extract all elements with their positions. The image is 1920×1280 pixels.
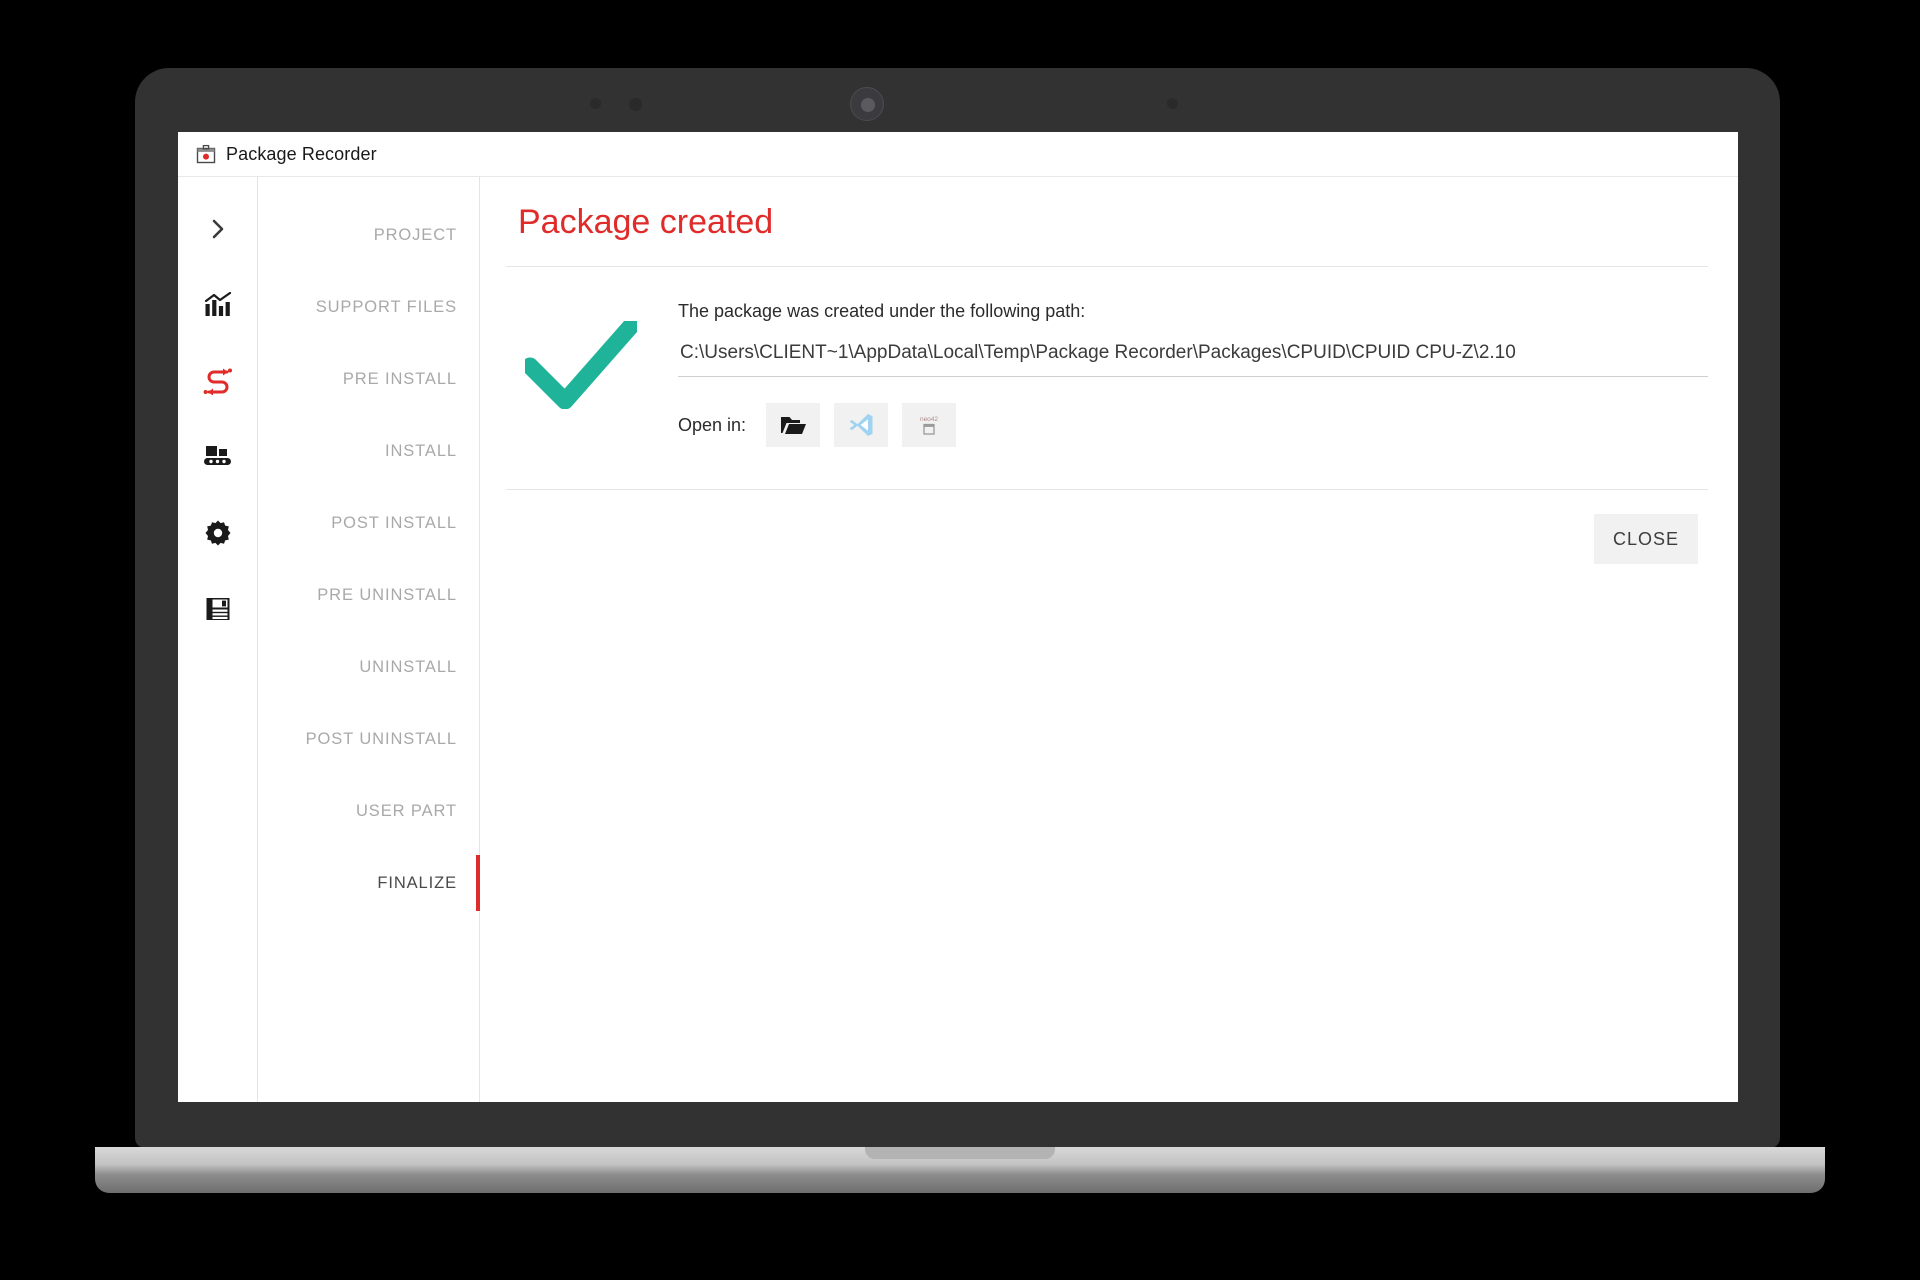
step-item-install[interactable]: INSTALL <box>258 415 479 487</box>
rail-item-packages[interactable] <box>187 419 249 495</box>
step-item-finalize[interactable]: FINALIZE <box>258 847 480 919</box>
floppy-save-icon <box>206 598 229 620</box>
laptop-bezel-top <box>135 68 1780 130</box>
open-in-neo42-button[interactable]: neo42 <box>902 403 957 447</box>
bezel-sensor-dot <box>590 98 601 109</box>
check-icon-wrap <box>506 297 656 447</box>
step-navigation: PROJECT SUPPORT FILES PRE INSTALL INSTALL PO… <box>258 177 480 1102</box>
window-title: Package Recorder <box>226 143 377 164</box>
result-message: The package was created under the follow… <box>678 301 1086 321</box>
step-item-project[interactable]: PROJECT <box>258 199 479 271</box>
open-in-label: Open in: <box>678 414 747 435</box>
application-body: PROJECT SUPPORT FILES PRE INSTALL INSTALL PO… <box>178 176 1738 1102</box>
step-item-pre-uninstall[interactable]: PRE UNINSTALL <box>258 559 479 631</box>
open-in-row: Open in: neo42 <box>678 377 1708 447</box>
footer-row: CLOSE <box>506 490 1708 564</box>
main-content: Package created The package was created … <box>480 177 1738 1102</box>
laptop-mockup: Package Recorder PROJECT SUPPORT FILES P… <box>0 0 1920 1280</box>
webcam-icon <box>850 87 884 121</box>
result-body: The package was created under the follow… <box>678 297 1708 447</box>
package-recorder-icon <box>196 144 216 164</box>
success-check-icon <box>525 321 637 409</box>
svg-text:neo42: neo42 <box>920 416 938 423</box>
folder-open-icon <box>781 417 807 434</box>
rail-item-settings[interactable] <box>187 495 249 571</box>
laptop-shadow <box>60 1193 1860 1207</box>
analytics-chart-icon <box>204 292 231 316</box>
title-bar: Package Recorder <box>178 132 1738 176</box>
rail-item-workflow[interactable] <box>187 343 249 419</box>
bezel-sensor-dot <box>1167 98 1178 109</box>
conveyor-packages-icon <box>203 446 231 465</box>
expand-chevron-icon <box>212 219 223 239</box>
page-title: Package created <box>518 203 774 241</box>
open-in-explorer-button[interactable] <box>766 403 821 447</box>
rail-item-expand[interactable] <box>187 191 249 267</box>
workflow-flow-icon <box>203 368 232 395</box>
step-item-post-uninstall[interactable]: POST UNINSTALL <box>258 703 479 775</box>
step-item-support-files[interactable]: SUPPORT FILES <box>258 271 479 343</box>
laptop-base <box>95 1147 1825 1193</box>
gear-settings-icon <box>205 520 230 546</box>
vscode-icon <box>849 414 873 436</box>
laptop-base-notch <box>865 1147 1055 1159</box>
bezel-sensor-dot <box>629 98 642 111</box>
step-item-user-part[interactable]: USER PART <box>258 775 479 847</box>
application-window: Package Recorder PROJECT SUPPORT FILES P… <box>178 132 1738 1102</box>
rail-item-save[interactable] <box>187 571 249 647</box>
step-item-post-install[interactable]: POST INSTALL <box>258 487 479 559</box>
close-button[interactable]: CLOSE <box>1594 514 1698 564</box>
package-path-value[interactable]: C:\Users\CLIENT~1\AppData\Local\Temp\Pac… <box>678 336 1708 377</box>
result-area: The package was created under the follow… <box>506 267 1708 447</box>
open-in-vscode-button[interactable] <box>834 403 889 447</box>
step-item-pre-install[interactable]: PRE INSTALL <box>258 343 479 415</box>
neo42-icon: neo42 <box>920 416 938 435</box>
rail-item-analytics[interactable] <box>187 267 249 343</box>
icon-rail <box>178 177 258 1102</box>
step-item-uninstall[interactable]: UNINSTALL <box>258 631 479 703</box>
